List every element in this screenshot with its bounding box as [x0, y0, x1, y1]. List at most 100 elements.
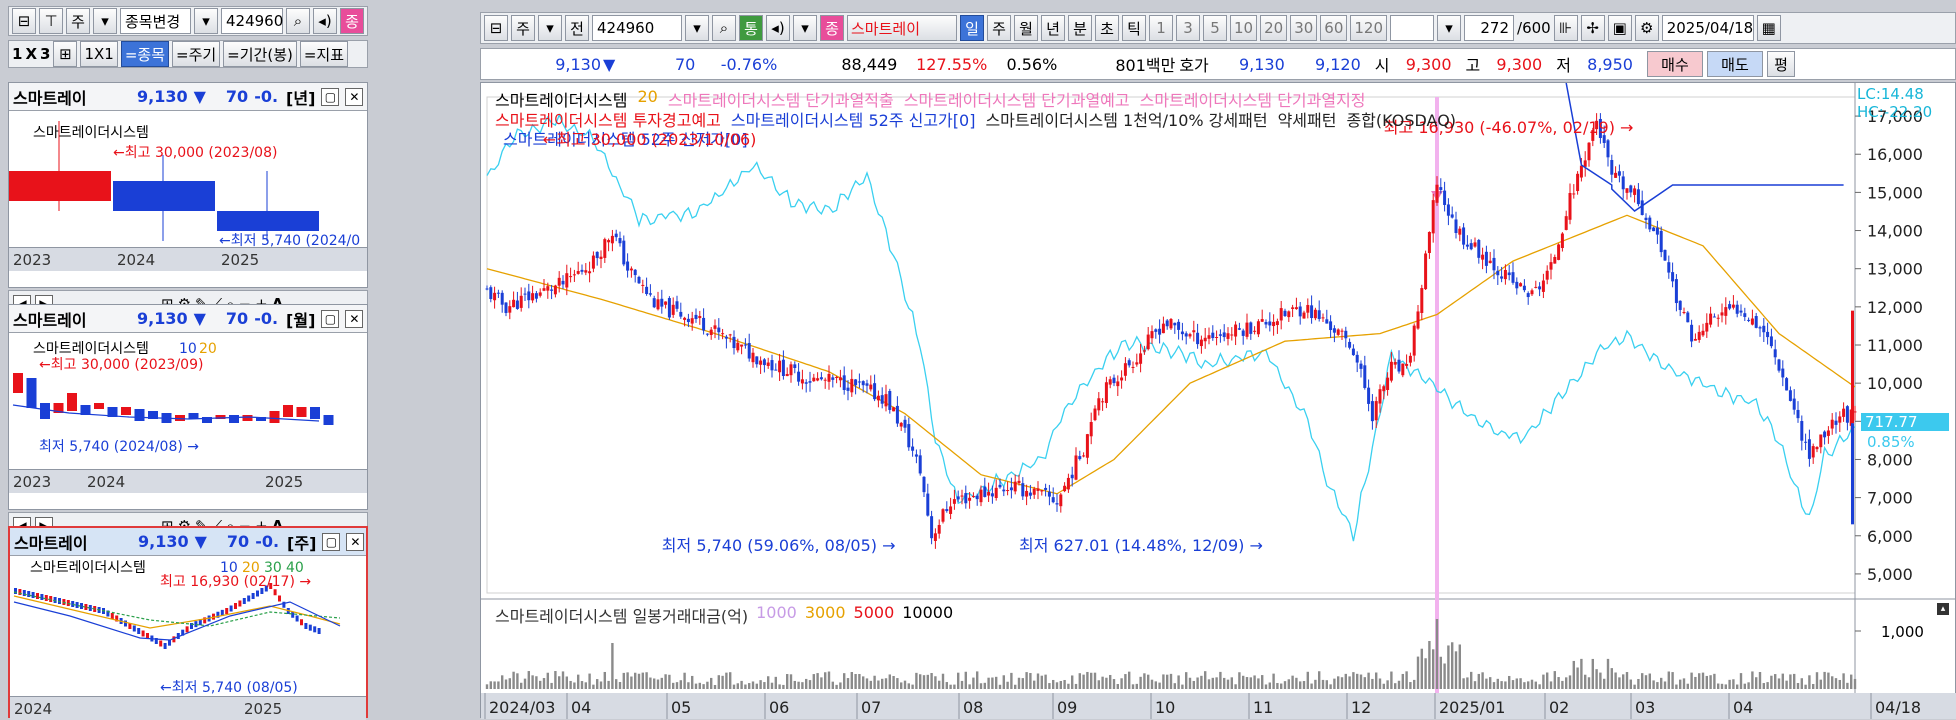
pin-icon[interactable]: ⊤: [39, 8, 63, 34]
period-week[interactable]: 주: [987, 15, 1011, 41]
mini-chart-panel-2[interactable]: 스마트레이 9,130 ▼ 70 -0. [주] ▢ ✕ 스마트레이더시스템 10…: [8, 526, 368, 720]
minute-custom-input[interactable]: [1390, 15, 1435, 41]
chevron-down-icon[interactable]: ▾: [194, 8, 218, 34]
prev-button[interactable]: 전: [565, 15, 589, 41]
close-icon[interactable]: ✕: [346, 532, 365, 551]
minute-120[interactable]: 120: [1350, 15, 1388, 41]
market-select[interactable]: 주: [511, 15, 535, 41]
market-select[interactable]: 주: [66, 8, 90, 34]
mini-candle-chart[interactable]: 스마트레이더시스템 ←최고 30,000 (2023/08) ←최저 5,740 (…: [9, 111, 367, 247]
tab-stock[interactable]: =종목: [120, 41, 169, 67]
gear-icon[interactable]: ⚙: [1634, 15, 1659, 41]
collapse-icon[interactable]: ▴: [1937, 603, 1949, 615]
maximize-icon[interactable]: ▢: [321, 87, 340, 106]
stock-tag[interactable]: 종: [340, 8, 364, 34]
stock-tag[interactable]: 종: [820, 15, 844, 41]
date-input[interactable]: 2025/04/18: [1661, 15, 1754, 41]
flat-button[interactable]: 평: [1766, 51, 1795, 77]
maximize-icon[interactable]: ▢: [322, 532, 341, 551]
volume-bar: [1082, 674, 1085, 689]
candle-body: [493, 292, 497, 301]
period-day[interactable]: 일: [960, 15, 984, 41]
legend-item-b-4[interactable]: 종합(KOSDAQ): [1346, 107, 1456, 131]
speaker-icon[interactable]: ◂): [313, 8, 337, 34]
close-icon[interactable]: ✕: [345, 87, 364, 106]
code-input[interactable]: 424960: [221, 8, 283, 34]
layout-icon[interactable]: ⊟: [12, 8, 36, 34]
buy-button[interactable]: 매수: [1646, 51, 1703, 77]
main-chart-area[interactable]: 5,0006,0007,0008,0009,00010,00011,00012,…: [480, 82, 1956, 719]
mini-chart-panel-1[interactable]: 스마트레이 9,130 ▼ 70 -0. [월] ▢ ✕ 스마트레이더시스템 10…: [8, 304, 368, 510]
maximize-icon[interactable]: ▢: [321, 309, 340, 328]
code-input[interactable]: 424960: [592, 15, 682, 41]
tab-period[interactable]: =주기: [172, 41, 221, 67]
save-icon[interactable]: ▣: [1607, 15, 1632, 41]
volume-bar: [1158, 682, 1161, 689]
volume-bar: [554, 671, 557, 689]
period-minute[interactable]: 분: [1068, 15, 1092, 41]
volume-legend-item-3[interactable]: 5000: [854, 603, 895, 627]
calendar-icon[interactable]: ▦: [1756, 15, 1781, 41]
period-tick[interactable]: 틱: [1122, 15, 1146, 41]
cross-icon[interactable]: ✢: [1580, 15, 1605, 41]
tab-1x1[interactable]: 1X1: [80, 41, 118, 67]
search-icon[interactable]: ⌕: [712, 15, 736, 41]
volume-legend-item-1[interactable]: 1000: [756, 603, 797, 627]
volume-bar: [1610, 668, 1613, 689]
tab-1[interactable]: 1: [12, 45, 22, 63]
layout-icon[interactable]: ⊟: [484, 15, 508, 41]
minute-20[interactable]: 20: [1260, 15, 1288, 41]
tong-button[interactable]: 통: [739, 15, 763, 41]
chevron-down-icon[interactable]: ▾: [685, 15, 709, 41]
volume-bar: [508, 678, 511, 689]
volume-legend-item-0[interactable]: 스마트레이더시스템 일봉거래대금(억): [495, 603, 748, 627]
mini-period[interactable]: [월]: [286, 307, 315, 331]
volume-legend-item-4[interactable]: 10000: [902, 603, 953, 627]
bar-count-input[interactable]: 272: [1464, 15, 1515, 41]
mini-chart-panel-0[interactable]: 스마트레이 9,130 ▼ 70 -0. [년] ▢ ✕ 스마트레이더시스템 ←최…: [8, 82, 368, 288]
volume-bar: [767, 676, 770, 689]
legend-item-b-2[interactable]: 스마트레이더시스템 1천억/10% 강세패턴: [985, 107, 1267, 131]
minute-5[interactable]: 5: [1203, 15, 1227, 41]
volume-bar: [976, 671, 979, 689]
minute-10[interactable]: 10: [1230, 15, 1258, 41]
minute-1[interactable]: 1: [1149, 15, 1173, 41]
chevron-down-icon[interactable]: ▾: [1437, 15, 1462, 41]
candle-body: [1120, 377, 1124, 381]
close-icon[interactable]: ✕: [345, 309, 364, 328]
minute-3[interactable]: 3: [1176, 15, 1200, 41]
tab-indicator[interactable]: =지표: [299, 41, 349, 67]
stock-change-input[interactable]: 종목변경: [120, 8, 191, 34]
tab-3[interactable]: 3: [40, 45, 50, 63]
candle-body: [1792, 398, 1796, 410]
legend-item-b-1[interactable]: 스마트레이더시스템 52주 신고가[0]: [731, 107, 976, 131]
tab-range[interactable]: =기간(봉): [223, 41, 297, 67]
speaker-icon[interactable]: ◂): [766, 15, 790, 41]
volume-bar: [759, 680, 762, 689]
legend-item-b-3[interactable]: 약세패턴: [1278, 107, 1337, 131]
period-month[interactable]: 월: [1014, 15, 1038, 41]
sell-button[interactable]: 매도: [1706, 51, 1763, 77]
candle-icon[interactable]: ⊪: [1553, 15, 1578, 41]
period-year[interactable]: 년: [1041, 15, 1065, 41]
mini-candle-chart[interactable]: 스마트레이더시스템 10 20 30 40최고 16,930 (02/17) →←최저 …: [10, 556, 368, 696]
candle-body: [1085, 434, 1089, 458]
stock-name[interactable]: 스마트레이: [847, 15, 957, 41]
volume-legend-item-2[interactable]: 3000: [805, 603, 846, 627]
minute-60[interactable]: 60: [1320, 15, 1348, 41]
minute-30[interactable]: 30: [1290, 15, 1318, 41]
dropdown-icon[interactable]: ▾: [538, 15, 562, 41]
mini-period[interactable]: [년]: [286, 85, 315, 109]
period-second[interactable]: 초: [1095, 15, 1119, 41]
dropdown-icon[interactable]: ▾: [93, 8, 117, 34]
candle-body: [911, 446, 915, 451]
dropdown-icon[interactable]: ▾: [793, 15, 817, 41]
tab-x[interactable]: X: [25, 45, 37, 63]
grid-icon[interactable]: ⊞: [53, 41, 78, 67]
candle-body: [1006, 490, 1010, 492]
candle-body: [1044, 487, 1048, 490]
volume-bar: [1534, 681, 1537, 689]
mini-candle-chart[interactable]: 스마트레이더시스템 10 20←최고 30,000 (2023/09) 최저 5,74…: [9, 333, 367, 469]
mini-period[interactable]: [주]: [287, 530, 316, 554]
search-icon[interactable]: ⌕: [286, 8, 310, 34]
